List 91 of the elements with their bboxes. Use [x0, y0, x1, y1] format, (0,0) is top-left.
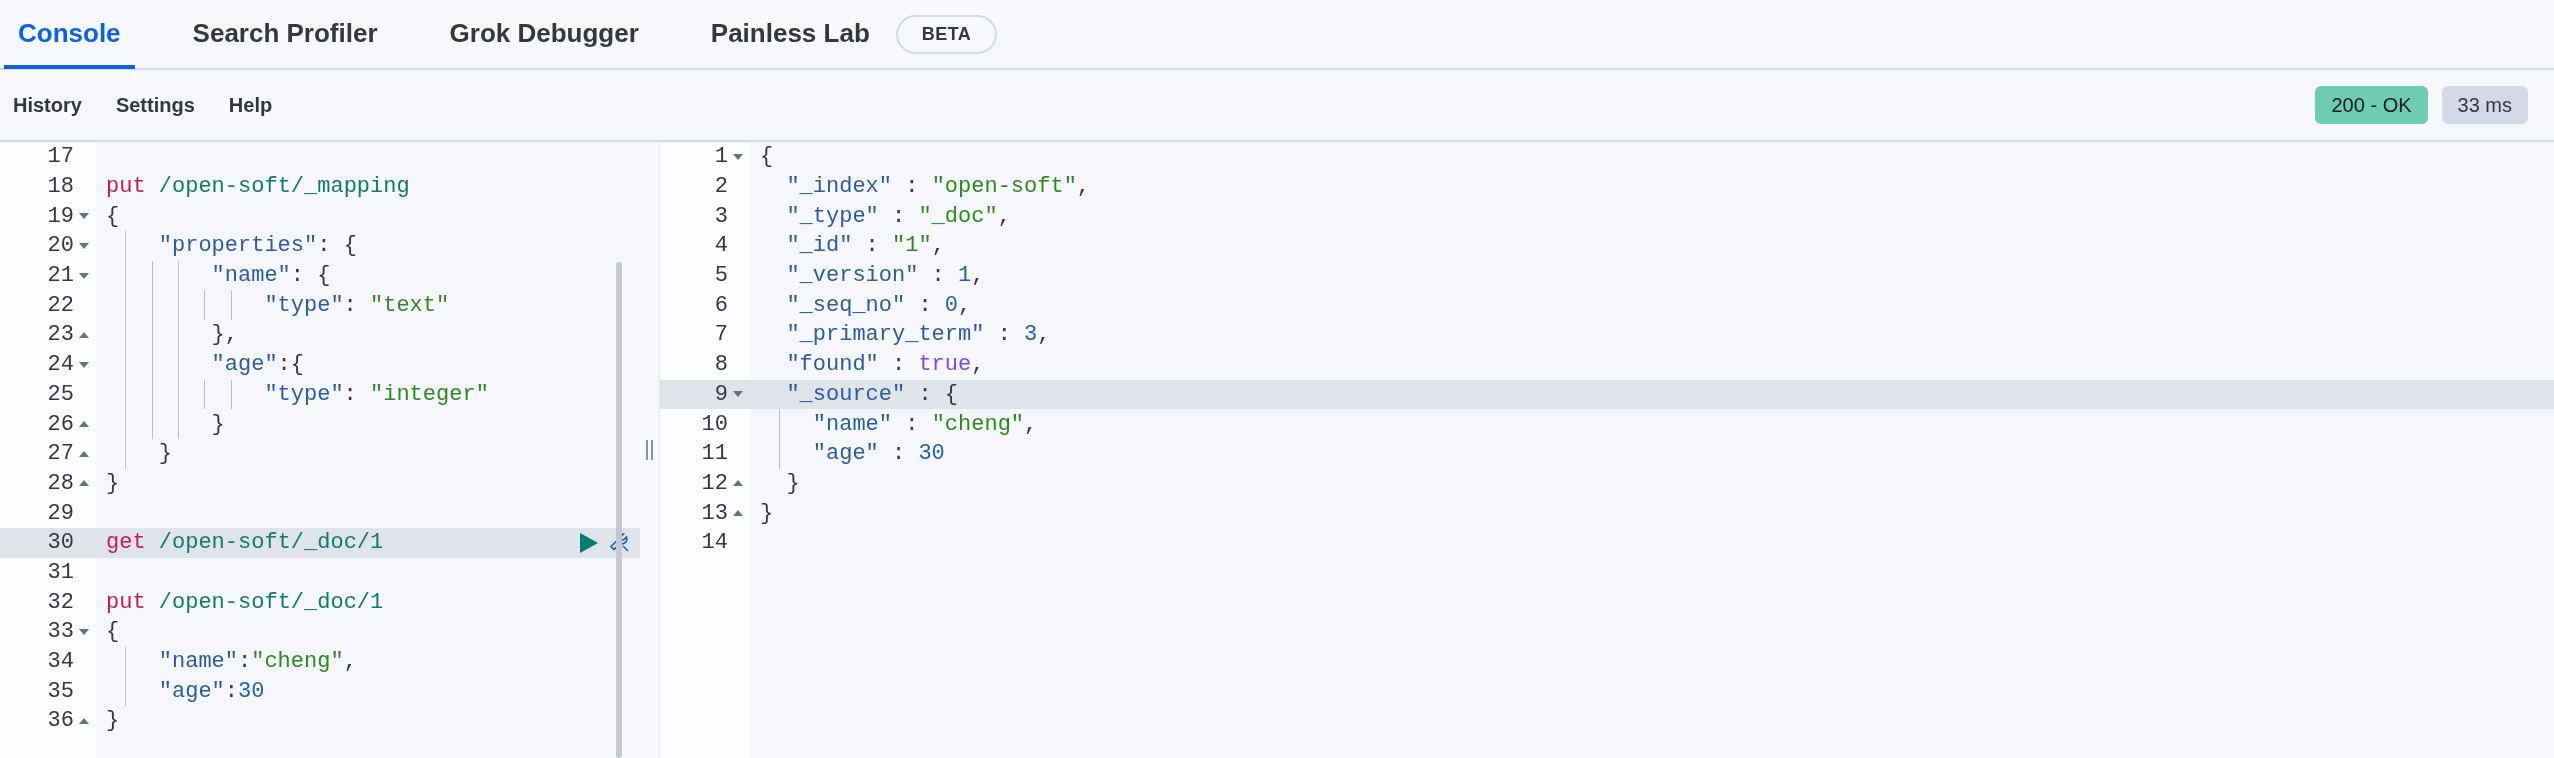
code-line: { — [106, 618, 120, 647]
code-line: } — [786, 469, 800, 498]
code-line: "_id" : "1", — [786, 232, 945, 261]
code-line: "properties": { — [158, 232, 357, 261]
code-line: } — [158, 440, 172, 469]
fold-caret-icon[interactable] — [733, 153, 743, 160]
line-number: 8 — [714, 351, 728, 380]
time-badge: 33 ms — [2441, 86, 2528, 124]
code-line: } — [106, 707, 120, 736]
code-line: "name":"cheng", — [158, 648, 357, 677]
line-number: 21 — [47, 262, 74, 291]
line-number: 19 — [47, 202, 74, 231]
line-number: 31 — [47, 558, 74, 587]
fold-caret-icon[interactable] — [733, 510, 743, 517]
line-number: 29 — [47, 499, 74, 528]
line-number: 17 — [47, 143, 74, 172]
line-number: 1 — [714, 143, 728, 172]
play-icon[interactable] — [580, 532, 598, 553]
fold-caret-icon[interactable] — [79, 361, 89, 368]
beta-badge: BETA — [895, 14, 998, 54]
code-line: "type": "text" — [264, 291, 450, 320]
line-number: 28 — [47, 469, 74, 498]
code-line: "type": "integer" — [264, 380, 489, 409]
line-number: 30 — [47, 529, 74, 558]
fold-caret-icon[interactable] — [79, 628, 89, 635]
code-line: "_seq_no" : 0, — [786, 291, 972, 320]
toolbar-link[interactable]: History — [6, 90, 89, 120]
line-number: 23 — [47, 321, 74, 350]
scrollbar[interactable] — [616, 262, 622, 758]
line-number: 2 — [714, 173, 728, 202]
resize-handle-icon[interactable] — [645, 440, 654, 460]
toolbar-link[interactable]: Help — [221, 90, 280, 120]
code-line: } — [106, 469, 120, 498]
line-number: 5 — [714, 262, 728, 291]
fold-caret-icon[interactable] — [79, 421, 89, 428]
tab[interactable]: Painless Lab — [696, 1, 884, 69]
line-number: 33 — [47, 618, 74, 647]
code-line: put /open-soft/_mapping — [106, 173, 410, 202]
line-number: 11 — [701, 440, 728, 469]
line-number: 3 — [714, 202, 728, 231]
line-number: 18 — [47, 173, 74, 202]
fold-caret-icon[interactable] — [79, 717, 89, 724]
line-number: 20 — [47, 232, 74, 261]
fold-caret-icon[interactable] — [79, 272, 89, 279]
line-number: 32 — [47, 588, 74, 617]
tab[interactable]: Search Profiler — [178, 1, 392, 69]
line-number: 25 — [47, 380, 74, 409]
code-line: { — [106, 202, 120, 231]
line-number: 27 — [47, 440, 74, 469]
line-number: 14 — [701, 529, 728, 558]
line-number: 7 — [714, 321, 728, 350]
code-line: }, — [211, 321, 238, 350]
code-line: "found" : true, — [786, 351, 985, 380]
status-badge: 200 - OK — [2315, 86, 2428, 124]
fold-caret-icon[interactable] — [79, 450, 89, 457]
code-line: } — [760, 499, 774, 528]
code-line: "_version" : 1, — [786, 262, 985, 291]
fold-caret-icon[interactable] — [79, 480, 89, 487]
code-line: "_index" : "open-soft", — [786, 173, 1091, 202]
line-number: 10 — [701, 410, 728, 439]
fold-caret-icon[interactable] — [79, 242, 89, 249]
code-line: "age":30 — [158, 677, 265, 706]
code-line: "age" : 30 — [812, 440, 945, 469]
code-line: "_primary_term" : 3, — [786, 321, 1051, 350]
fold-caret-icon[interactable] — [79, 331, 89, 338]
code-line: "name" : "cheng", — [812, 410, 1038, 439]
line-number: 22 — [47, 291, 74, 320]
line-number: 12 — [701, 469, 728, 498]
toolbar-link[interactable]: Settings — [108, 90, 202, 120]
line-number: 6 — [714, 291, 728, 320]
fold-caret-icon[interactable] — [79, 213, 89, 220]
line-number: 34 — [47, 648, 74, 677]
line-number: 4 — [714, 232, 728, 261]
code-line: "name": { — [211, 262, 331, 291]
code-line: "age":{ — [211, 351, 304, 380]
line-number: 26 — [47, 410, 74, 439]
code-line: "_type" : "_doc", — [786, 202, 1011, 231]
line-number: 13 — [701, 499, 728, 528]
tab[interactable]: Grok Debugger — [435, 1, 653, 69]
code-line: } — [211, 410, 225, 439]
code-line: "_source" : { — [786, 380, 959, 409]
line-number: 9 — [714, 380, 728, 409]
code-line: { — [760, 143, 774, 172]
fold-caret-icon[interactable] — [733, 391, 743, 398]
line-number: 36 — [47, 707, 74, 736]
fold-caret-icon[interactable] — [733, 480, 743, 487]
line-number: 24 — [47, 351, 74, 380]
code-line: get /open-soft/_doc/1 — [106, 529, 384, 558]
line-number: 35 — [47, 677, 74, 706]
tab[interactable]: Console — [4, 1, 135, 69]
code-line: put /open-soft/_doc/1 — [106, 588, 384, 617]
